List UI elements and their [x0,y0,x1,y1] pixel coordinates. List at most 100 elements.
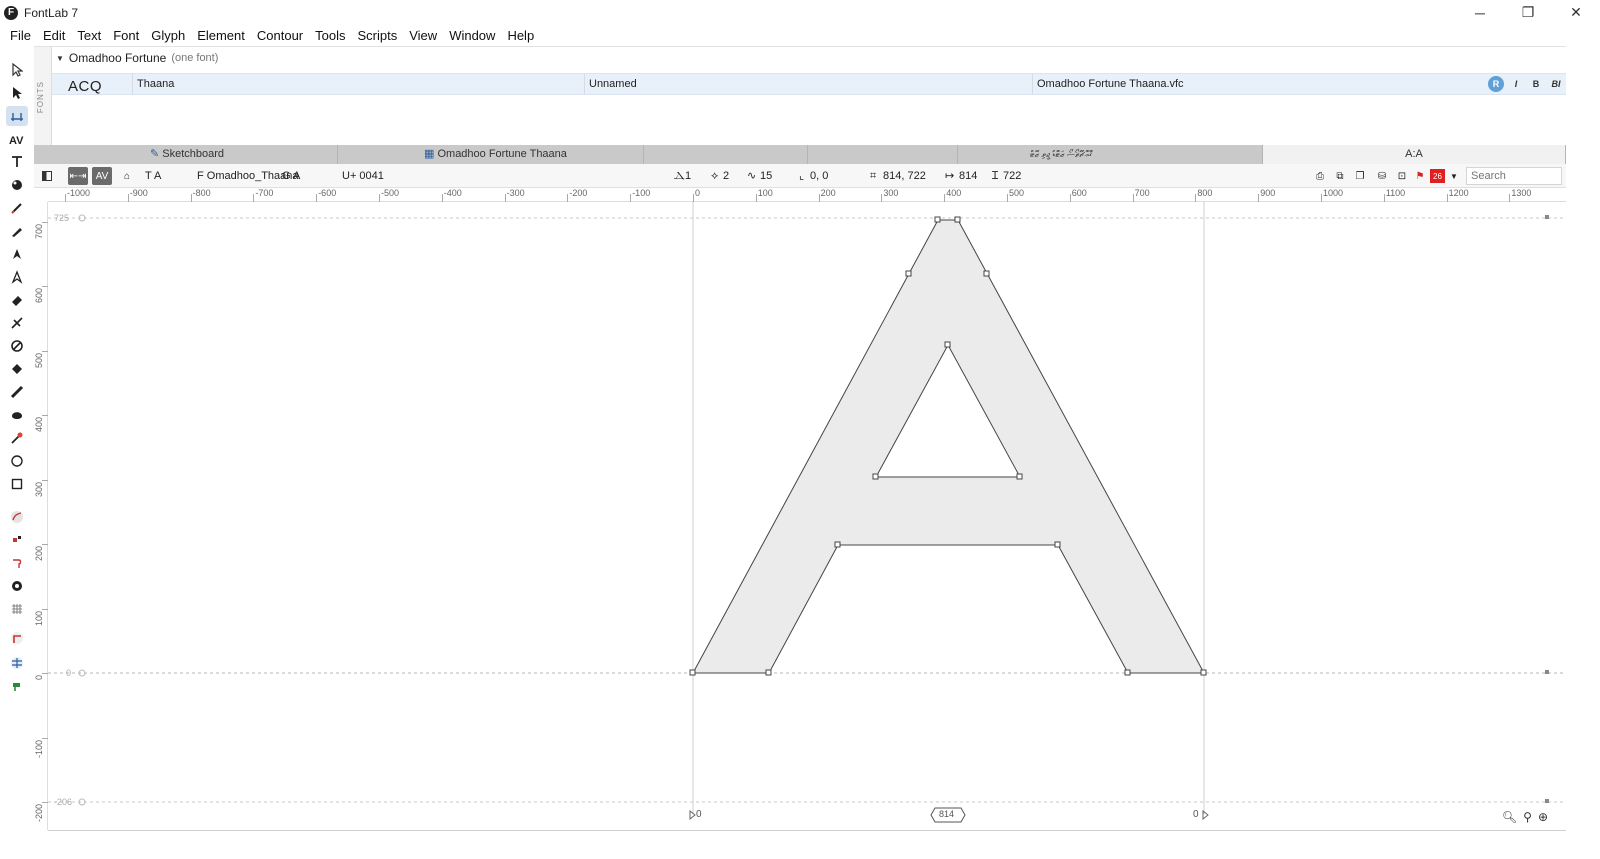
menu-element[interactable]: Element [191,28,251,43]
zoom-fit-icon[interactable]: ⊕ [1538,810,1548,824]
corner-tool-icon[interactable] [6,628,28,648]
node[interactable] [834,541,841,548]
duplicate-icon[interactable]: ❐ [1350,167,1370,185]
anchor-mode-icon[interactable]: ⌂ [117,167,137,185]
shape-tool-icon[interactable] [6,405,28,425]
left-sidebearing-value[interactable]: 0 [696,809,702,820]
bold-style-button[interactable]: B [1528,76,1544,92]
menu-tools[interactable]: Tools [309,28,351,43]
eyedropper-tool-icon[interactable] [6,428,28,448]
descender-end-handle[interactable] [1545,799,1549,803]
node[interactable] [905,270,912,277]
node[interactable] [689,669,696,676]
copy-icon[interactable]: ⧉ [1330,167,1350,185]
ascender-end-handle[interactable] [1545,215,1549,219]
menu-text[interactable]: Text [71,28,107,43]
right-sidebearing-arrow-icon[interactable] [1202,809,1209,821]
node[interactable] [872,473,879,480]
text-tool-icon[interactable] [6,152,28,172]
fill-tool-icon[interactable] [6,359,28,379]
guides-tool-icon[interactable] [6,653,28,673]
eraser-tool-icon[interactable] [6,290,28,310]
baseline-end-handle[interactable] [1545,670,1549,674]
node[interactable] [1124,669,1131,676]
hook-tool-icon[interactable] [6,553,28,573]
component-tool-icon[interactable] [6,576,28,596]
font-family-header[interactable]: ▼ Omadhoo Fortune (one font) [56,51,218,65]
menu-edit[interactable]: Edit [37,28,71,43]
chevron-down-icon[interactable]: ▼ [56,54,64,63]
rapid-tool-icon[interactable] [6,267,28,287]
tab-glyph-a[interactable]: A:A [1263,145,1566,164]
element-select-tool-icon[interactable] [6,83,28,103]
origin-field[interactable]: 0, 0 [810,169,828,183]
node[interactable] [1200,669,1207,676]
print-icon[interactable]: ⎙ [1310,167,1330,185]
tab-empty-1[interactable] [644,145,808,164]
menu-file[interactable]: File [4,28,37,43]
right-sidebearing-value[interactable]: 0 [1193,809,1199,820]
flag-icon[interactable]: ⚑ [1410,167,1430,185]
menu-font[interactable]: Font [107,28,145,43]
node[interactable] [954,216,961,223]
height-field[interactable]: 722 [1003,169,1021,183]
bold-italic-style-button[interactable]: BI [1548,76,1564,92]
glyph-editor-svg[interactable] [48,202,1566,830]
tab-font-window[interactable]: ▦ Omadhoo Fortune Thaana [338,145,644,164]
advance-width-field[interactable]: 814 [959,169,977,183]
kerning-mode-icon[interactable]: AV [92,167,112,185]
node[interactable] [1016,473,1023,480]
restore-button[interactable]: ❐ [1504,0,1552,25]
ellipse-tool-icon[interactable] [6,451,28,471]
zoom-in-icon[interactable]: ⚲ [1523,810,1532,824]
menu-help[interactable]: Help [501,28,540,43]
tab-empty-2[interactable] [808,145,958,164]
window-icon[interactable]: ⊡ [1392,167,1412,185]
menu-window[interactable]: Window [443,28,501,43]
unicode-field[interactable]: U+ 0041 [342,169,384,183]
node-tool-icon[interactable] [6,530,28,550]
node[interactable] [944,341,951,348]
text-mode-label[interactable]: T A [145,169,161,183]
chevron-down-icon[interactable]: ▼ [1444,167,1464,185]
pencil-tool-icon[interactable] [6,221,28,241]
glyph-name-field[interactable]: G A [282,169,300,183]
menu-view[interactable]: View [403,28,443,43]
ruler-tool-icon[interactable] [6,382,28,402]
pin-tool-icon[interactable] [6,676,28,696]
brush-tool-icon[interactable] [6,175,28,195]
metrics-tool-icon[interactable] [6,106,28,126]
rectangle-tool-icon[interactable] [6,474,28,494]
scissors-tool-icon[interactable] [6,336,28,356]
glyph-canvas[interactable]: 725 0 -206 0 814 0 🔍︎ ⚲ ⊕ [48,202,1566,830]
zoom-out-icon[interactable]: 🔍︎ [1502,810,1517,824]
font-row[interactable]: ACQ Thaana Unnamed Omadhoo Fortune Thaan… [52,73,1566,95]
node[interactable] [983,270,990,277]
glyph-mark-badge[interactable]: 26 [1430,169,1445,183]
minimize-button[interactable]: ─ [1456,0,1504,25]
advance-width-value[interactable]: 814 [939,809,954,819]
menu-scripts[interactable]: Scripts [352,28,404,43]
dimensions-field[interactable]: 814, 722 [883,169,926,183]
knife-tool-icon[interactable] [6,313,28,333]
glyph-search-input[interactable] [1466,167,1562,185]
layers-stack-icon[interactable]: ⛁ [1372,167,1392,185]
close-button[interactable]: ✕ [1552,0,1600,25]
italic-style-button[interactable]: I [1508,76,1524,92]
grid-tool-icon[interactable] [6,599,28,619]
panel-toggle-icon[interactable] [37,167,57,185]
kerning-tool-icon[interactable]: AV [6,129,28,149]
glyph-a-outline[interactable] [692,219,1205,674]
pencil-brush-tool-icon[interactable] [6,198,28,218]
tab-text-preview[interactable]: ޤޮޢޮޗޫތޯސޯ ޒަޓޮޑު ޖީތި ޒޭޓް [958,145,1263,164]
metrics-mode-icon[interactable]: ⇤⇥ [68,167,88,185]
contour-select-tool-icon[interactable] [6,60,28,80]
menu-glyph[interactable]: Glyph [145,28,191,43]
node[interactable] [765,669,772,676]
node[interactable] [1054,541,1061,548]
node[interactable] [934,216,941,223]
menu-contour[interactable]: Contour [251,28,309,43]
pen-tool-icon[interactable] [6,244,28,264]
tab-sketchboard[interactable]: ✎ Sketchboard [34,145,338,164]
regular-style-button[interactable]: R [1488,76,1504,92]
